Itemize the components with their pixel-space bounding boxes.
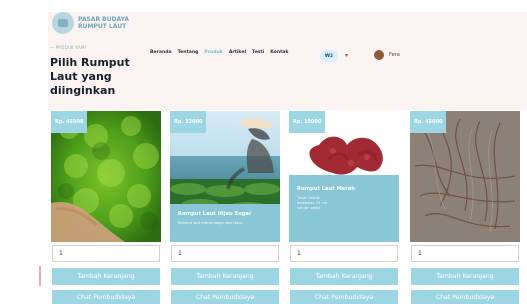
product-name-2: Rumput Laut Hijau Segar <box>178 211 252 217</box>
brand-line-1: PASAR BUDAYA <box>78 16 130 23</box>
nav-item-produk[interactable]: Produk <box>204 50 222 55</box>
chat-farmer-button-3[interactable]: Chat Pembudidaya <box>290 290 398 304</box>
product-overlay-2: Rumput Laut Hijau Segar Rumput laut mera… <box>170 204 280 242</box>
product-price-3: Rp. 15000 <box>289 111 325 133</box>
chat-farmer-button-1[interactable]: Chat Pembudidaya <box>52 290 160 304</box>
add-to-cart-button-4[interactable]: Tambah Keranjang <box>411 268 519 285</box>
seaweed-logo-icon <box>52 12 74 34</box>
quantity-input-1[interactable]: 1 <box>52 245 160 262</box>
nav-item-testi[interactable]: Testi <box>252 50 264 55</box>
nav-item-tentang[interactable]: Tentang <box>178 50 199 55</box>
cart-pill[interactable]: ₩2 <box>320 50 338 62</box>
add-to-cart-button-3[interactable]: Tambah Keranjang <box>290 268 398 285</box>
user-name[interactable]: Fera <box>389 52 400 58</box>
brand-line-2: RUMPUT LAUT <box>78 23 127 30</box>
section-kicker: — PRODUK KAMI <box>50 45 87 50</box>
add-to-cart-button-1[interactable]: Tambah Keranjang <box>52 268 160 285</box>
quantity-input-4[interactable]: 1 <box>411 245 519 262</box>
brand-text: PASAR BUDAYA RUMPUT LAUT <box>78 16 129 30</box>
brand-logo[interactable]: PASAR BUDAYA RUMPUT LAUT <box>52 12 129 34</box>
top-navigation: Beranda Tentang Produk Artikel Testi Kon… <box>150 50 288 55</box>
product-card-2[interactable]: Rp. 32000 Rumput Laut Hijau Segar Rumput… <box>170 111 280 244</box>
nav-item-beranda[interactable]: Beranda <box>150 50 172 55</box>
page: PASAR BUDAYA RUMPUT LAUT Beranda Tentang… <box>0 0 527 304</box>
product-price-1: Rp. 45500 <box>51 111 87 133</box>
product-name-3: Rumput Laut Merah <box>297 186 356 192</box>
quantity-input-2[interactable]: 1 <box>171 245 279 262</box>
nav-item-kontak[interactable]: Kontak <box>270 50 288 55</box>
quantity-input-3[interactable]: 1 <box>290 245 398 262</box>
product-card-1[interactable]: Rp. 45500 <box>51 111 161 244</box>
product-overlay-3: Rumput Laut Merah Tanah merah ketebalan … <box>289 175 399 242</box>
product-card-4[interactable]: Rp. 45000 <box>410 111 520 244</box>
chat-farmer-button-4[interactable]: Chat Pembudidaya <box>411 290 519 304</box>
user-avatar[interactable] <box>374 50 384 60</box>
nav-item-artikel[interactable]: Artikel <box>229 50 246 55</box>
product-price-2: Rp. 32000 <box>170 111 206 133</box>
product-desc-3: Tanah merah ketebalan 25 cm satuan sebal <box>297 196 328 210</box>
chat-farmer-button-2[interactable]: Chat Pembudidaya <box>171 290 279 304</box>
chevron-down-icon[interactable]: ▾ <box>345 52 348 59</box>
page-title: Pilih Rumput Laut yang diinginkan <box>50 56 130 97</box>
product-price-4: Rp. 45000 <box>410 111 446 133</box>
product-desc-2: Rumput laut merah segar dan takut <box>178 221 243 225</box>
decorative-divider <box>39 266 41 286</box>
add-to-cart-button-2[interactable]: Tambah Keranjang <box>171 268 279 285</box>
product-card-3[interactable]: Rp. 15000 Rumput Laut Merah Tanah merah … <box>289 111 399 244</box>
